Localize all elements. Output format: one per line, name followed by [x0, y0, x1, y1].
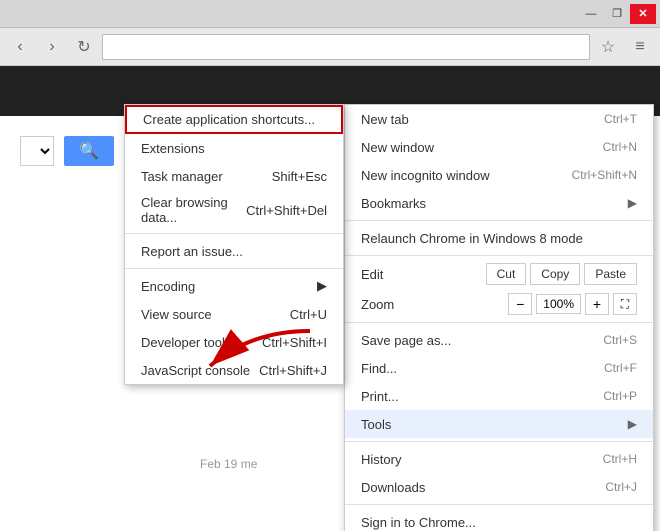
separator-4 [345, 441, 653, 442]
tools-separator-2 [125, 268, 343, 269]
tools-label-js-console: JavaScript console [141, 363, 250, 378]
cut-button[interactable]: Cut [486, 263, 527, 285]
arrow-encoding: ▶ [317, 278, 327, 294]
browser-toolbar: ‹ › ↻ ☆ ≡ [0, 28, 660, 66]
tools-item-extensions[interactable]: Extensions [125, 134, 343, 162]
separator-5 [345, 504, 653, 505]
menu-item-downloads[interactable]: Downloads Ctrl+J [345, 473, 653, 501]
copy-button[interactable]: Copy [530, 263, 580, 285]
bookmark-star-button[interactable]: ☆ [594, 33, 622, 61]
shortcut-new-window: Ctrl+N [603, 140, 637, 154]
shortcut-history: Ctrl+H [603, 452, 637, 466]
menu-label-print: Print... [361, 389, 399, 404]
tools-label-clear-data: Clear browsing data... [141, 195, 246, 225]
shortcut-view-source: Ctrl+U [290, 307, 327, 322]
titlebar: — ❐ ✕ [0, 0, 660, 28]
tools-item-view-source[interactable]: View source Ctrl+U [125, 300, 343, 328]
tools-item-task-manager[interactable]: Task manager Shift+Esc [125, 162, 343, 190]
menu-item-new-window[interactable]: New window Ctrl+N [345, 133, 653, 161]
menu-label-incognito: New incognito window [361, 168, 490, 183]
tools-item-js-console[interactable]: JavaScript console Ctrl+Shift+J [125, 356, 343, 384]
menu-item-save[interactable]: Save page as... Ctrl+S [345, 326, 653, 354]
menu-label-relaunch: Relaunch Chrome in Windows 8 mode [361, 231, 583, 246]
menu-item-print[interactable]: Print... Ctrl+P [345, 382, 653, 410]
menu-label-tools: Tools [361, 417, 391, 432]
shortcut-print: Ctrl+P [603, 389, 637, 403]
restore-button[interactable]: ❐ [604, 4, 630, 24]
address-bar[interactable] [102, 34, 590, 60]
edit-row: Edit Cut Copy Paste [345, 259, 653, 289]
paste-button[interactable]: Paste [584, 263, 637, 285]
separator-2 [345, 255, 653, 256]
tools-item-report-issue[interactable]: Report an issue... [125, 237, 343, 265]
tools-label-report-issue: Report an issue... [141, 244, 243, 259]
shortcut-new-tab: Ctrl+T [604, 112, 637, 126]
tools-item-devtools[interactable]: Developer tools Ctrl+Shift+I [125, 328, 343, 356]
tools-item-clear-data[interactable]: Clear browsing data... Ctrl+Shift+Del [125, 190, 343, 230]
chrome-menu-button[interactable]: ≡ [626, 33, 654, 61]
shortcut-downloads: Ctrl+J [605, 480, 637, 494]
menu-item-new-tab[interactable]: New tab Ctrl+T [345, 105, 653, 133]
close-button[interactable]: ✕ [630, 4, 656, 24]
tools-label-view-source: View source [141, 307, 212, 322]
menu-item-incognito[interactable]: New incognito window Ctrl+Shift+N [345, 161, 653, 189]
menu-item-history[interactable]: History Ctrl+H [345, 445, 653, 473]
menu-label-new-window: New window [361, 140, 434, 155]
search-icon: 🔍 [79, 141, 99, 161]
arrow-bookmarks: ▶ [628, 196, 637, 210]
menu-item-tools[interactable]: Tools ▶ [345, 410, 653, 438]
separator-3 [345, 322, 653, 323]
shortcut-clear-data: Ctrl+Shift+Del [246, 203, 327, 218]
zoom-row: Zoom − 100% + ⛶ [345, 289, 653, 319]
zoom-fullscreen-button[interactable]: ⛶ [613, 293, 637, 315]
menu-item-find[interactable]: Find... Ctrl+F [345, 354, 653, 382]
menu-item-relaunch[interactable]: Relaunch Chrome in Windows 8 mode [345, 224, 653, 252]
tools-separator-1 [125, 233, 343, 234]
tools-label-extensions: Extensions [141, 141, 205, 156]
shortcut-js-console: Ctrl+Shift+J [259, 363, 327, 378]
tools-item-create-shortcuts[interactable]: Create application shortcuts... [125, 105, 343, 134]
separator-1 [345, 220, 653, 221]
search-button[interactable]: 🔍 [64, 136, 114, 166]
chrome-menu: New tab Ctrl+T New window Ctrl+N New inc… [344, 104, 654, 531]
back-button[interactable]: ‹ [6, 33, 34, 61]
menu-label-bookmarks: Bookmarks [361, 196, 426, 211]
page-content: 🔍 Take our s OWNER Feb 19 me New tab Ctr… [0, 66, 660, 531]
zoom-plus-button[interactable]: + [585, 293, 609, 315]
shortcut-incognito: Ctrl+Shift+N [572, 168, 637, 182]
zoom-label: Zoom [361, 297, 504, 312]
shortcut-find: Ctrl+F [604, 361, 637, 375]
tools-label-encoding: Encoding [141, 279, 195, 294]
tools-submenu: Create application shortcuts... Extensio… [124, 104, 344, 385]
menu-label-find: Find... [361, 361, 397, 376]
zoom-value: 100% [536, 294, 581, 314]
forward-button[interactable]: › [38, 33, 66, 61]
toolbar-right: ☆ ≡ [594, 33, 654, 61]
arrow-tools: ▶ [628, 417, 637, 431]
minimize-button[interactable]: — [578, 4, 604, 24]
menu-label-downloads: Downloads [361, 480, 425, 495]
menu-label-history: History [361, 452, 401, 467]
shortcut-task-manager: Shift+Esc [272, 169, 327, 184]
tools-label-create-shortcuts: Create application shortcuts... [143, 112, 315, 127]
menu-label-signin: Sign in to Chrome... [361, 515, 476, 530]
tools-item-encoding[interactable]: Encoding ▶ [125, 272, 343, 300]
shortcut-save: Ctrl+S [603, 333, 637, 347]
menu-item-signin[interactable]: Sign in to Chrome... [345, 508, 653, 531]
tools-label-devtools: Developer tools [141, 335, 231, 350]
shortcut-devtools: Ctrl+Shift+I [262, 335, 327, 350]
tools-label-task-manager: Task manager [141, 169, 223, 184]
menu-label-new-tab: New tab [361, 112, 409, 127]
menu-label-save: Save page as... [361, 333, 451, 348]
menu-item-bookmarks[interactable]: Bookmarks ▶ [345, 189, 653, 217]
refresh-button[interactable]: ↻ [70, 33, 98, 61]
feb-date: Feb 19 me [200, 457, 257, 471]
edit-label: Edit [361, 267, 482, 282]
search-dropdown[interactable] [20, 136, 54, 166]
zoom-minus-button[interactable]: − [508, 293, 532, 315]
